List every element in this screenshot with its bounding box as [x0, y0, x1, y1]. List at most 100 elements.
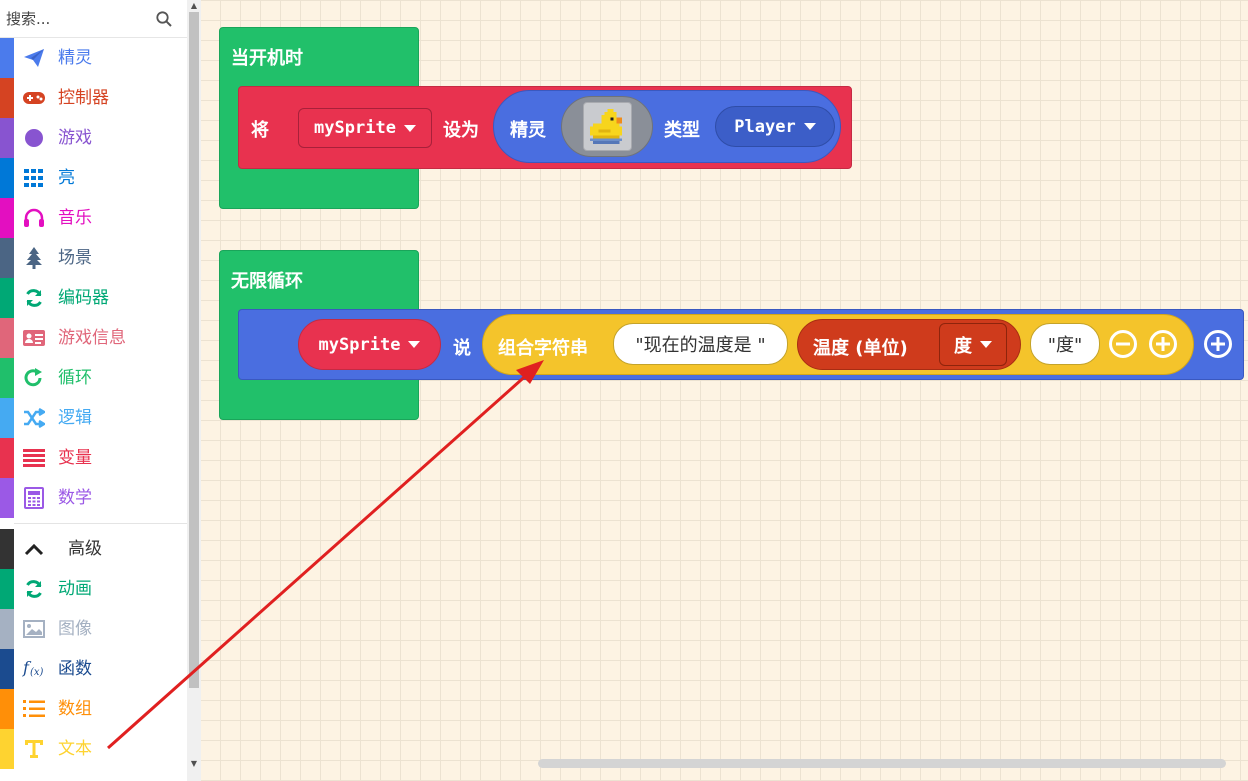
- temperature-label: 温度 (单位): [813, 338, 908, 359]
- duck-icon: [589, 108, 623, 145]
- category-label: 音乐: [58, 208, 92, 228]
- kind-dropdown[interactable]: Player: [715, 106, 835, 147]
- category-color-bar: [0, 649, 14, 689]
- category-light[interactable]: 亮: [0, 158, 187, 198]
- kind-label: 类型: [664, 120, 700, 141]
- category-color-bar: [0, 78, 14, 118]
- search-input[interactable]: [6, 6, 146, 32]
- sprite-var-name: mySprite: [318, 334, 401, 355]
- category-logic[interactable]: 逻辑: [0, 398, 187, 438]
- toolbox-scrollbar[interactable]: ▲ ▼: [187, 0, 201, 781]
- on-start-label: 当开机时: [231, 48, 303, 69]
- chevron-down-icon: [980, 341, 992, 348]
- category-color-bar: [0, 38, 14, 78]
- chevron-up-icon: [22, 538, 46, 560]
- category-color-bar: [0, 238, 14, 278]
- category-label: 逻辑: [58, 408, 92, 428]
- scroll-down-arrow-icon[interactable]: ▼: [190, 760, 198, 768]
- category-music[interactable]: 音乐: [0, 198, 187, 238]
- category-label: 亮: [58, 168, 75, 188]
- scroll-up-arrow-icon[interactable]: ▲: [190, 2, 198, 10]
- category-animation[interactable]: 动画: [0, 569, 187, 609]
- string-field-1[interactable]: "现在的温度是 ": [613, 323, 788, 365]
- category-functions[interactable]: f (x) 函数: [0, 649, 187, 689]
- duck-sprite-image[interactable]: [583, 102, 632, 151]
- category-color-bar: [0, 198, 14, 238]
- category-label: 数组: [58, 699, 92, 719]
- circle-icon: [22, 127, 46, 149]
- search-icon[interactable]: [155, 10, 173, 28]
- list-lines-icon: [22, 447, 46, 469]
- chevron-down-icon: [403, 124, 416, 132]
- paper-plane-icon: [22, 47, 46, 69]
- category-color-bar: [0, 158, 14, 198]
- gamepad-icon: [22, 87, 46, 109]
- category-color-bar: [0, 278, 14, 318]
- kind-value: Player: [734, 116, 796, 137]
- join-label: 组合字符串: [498, 338, 588, 359]
- category-text[interactable]: 文本: [0, 729, 187, 769]
- category-color-bar: [0, 729, 14, 769]
- headphones-icon: [22, 207, 46, 229]
- string-field-2[interactable]: "度": [1030, 323, 1100, 365]
- category-label: 精灵: [58, 48, 92, 68]
- remove-input-minus-icon[interactable]: [1108, 329, 1138, 359]
- category-color-bar: [0, 529, 14, 569]
- category-scene[interactable]: 场景: [0, 238, 187, 278]
- category-label: 文本: [58, 739, 92, 759]
- text-icon: [22, 738, 46, 760]
- category-color-bar: [0, 569, 14, 609]
- loop-icon: [22, 367, 46, 389]
- expand-block-plus-icon[interactable]: [1203, 329, 1233, 359]
- refresh-icon: [22, 287, 46, 309]
- toolbox-divider: [14, 523, 187, 524]
- chevron-down-icon: [803, 123, 816, 130]
- category-color-bar: [0, 398, 14, 438]
- category-label: 编码器: [58, 288, 109, 308]
- category-math[interactable]: 数学: [0, 478, 187, 518]
- set-label: 将: [251, 120, 269, 141]
- category-color-bar: [0, 438, 14, 478]
- category-label: 图像: [58, 619, 92, 639]
- toolbox: 精灵 控制器 游戏 亮 音乐 场景: [0, 0, 187, 781]
- category-advanced[interactable]: 高级: [0, 529, 187, 569]
- search-box: [0, 0, 187, 38]
- category-controller[interactable]: 控制器: [0, 78, 187, 118]
- horizontal-scrollbar[interactable]: [538, 759, 1226, 768]
- unit-value: 度: [954, 335, 972, 357]
- variable-dropdown[interactable]: mySprite: [298, 108, 432, 148]
- category-label: 游戏信息: [58, 328, 126, 348]
- category-label: 函数: [58, 659, 92, 679]
- category-encoder[interactable]: 编码器: [0, 278, 187, 318]
- scrollbar-thumb[interactable]: [189, 12, 199, 688]
- unit-dropdown[interactable]: 度: [939, 323, 1007, 366]
- category-game[interactable]: 游戏: [0, 118, 187, 158]
- category-label: 控制器: [58, 88, 109, 108]
- sprite-variable-dropdown[interactable]: mySprite: [298, 319, 441, 370]
- refresh-icon: [22, 578, 46, 600]
- category-sprites[interactable]: 精灵: [0, 38, 187, 78]
- category-label: 循环: [58, 368, 92, 388]
- category-color-bar: [0, 118, 14, 158]
- category-variables[interactable]: 变量: [0, 438, 187, 478]
- add-input-plus-icon[interactable]: [1148, 329, 1178, 359]
- category-label: 动画: [58, 579, 92, 599]
- variable-name: mySprite: [314, 118, 396, 138]
- sprite-label: 精灵: [510, 120, 546, 141]
- category-images[interactable]: 图像: [0, 609, 187, 649]
- string-value-1: "现在的温度是 ": [635, 335, 766, 356]
- category-loops[interactable]: 循环: [0, 358, 187, 398]
- id-card-icon: [22, 327, 46, 349]
- category-arrays[interactable]: 数组: [0, 689, 187, 729]
- category-game-info[interactable]: 游戏信息: [0, 318, 187, 358]
- grid-icon: [22, 167, 46, 189]
- chevron-down-icon: [408, 341, 421, 348]
- string-value-2: "度": [1047, 335, 1083, 356]
- category-color-bar: [0, 358, 14, 398]
- forever-label: 无限循环: [231, 271, 303, 292]
- say-label: 说: [453, 338, 471, 359]
- category-color-bar: [0, 478, 14, 518]
- category-color-bar: [0, 689, 14, 729]
- category-label: 数学: [58, 488, 92, 508]
- function-icon: f (x): [22, 658, 46, 680]
